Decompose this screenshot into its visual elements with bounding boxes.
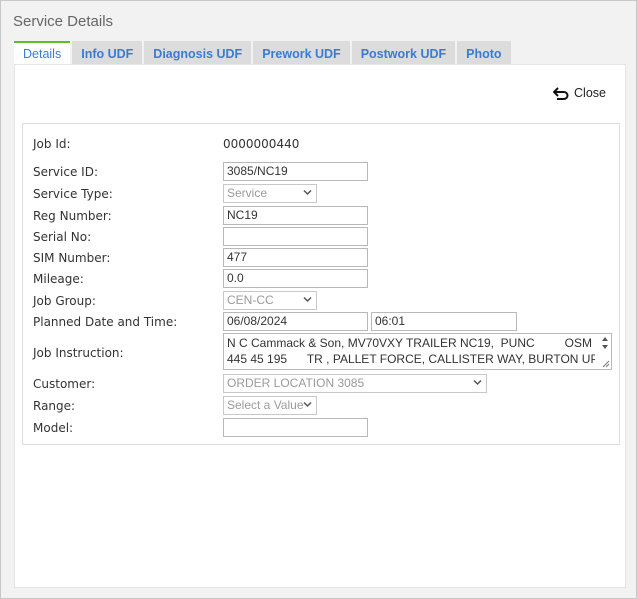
job-instruction-label: Job Instruction: <box>33 346 124 360</box>
job-instruction-line: N C Cammack & Son, MV70VXY TRAILER NC19,… <box>227 336 592 350</box>
tab-prework-udf[interactable]: Prework UDF <box>253 41 350 64</box>
service-type-label: Service Type: <box>33 187 113 201</box>
undo-arrow-icon <box>553 86 569 100</box>
close-label: Close <box>574 86 606 100</box>
scroll-down-icon <box>602 345 608 349</box>
tab-postwork-udf[interactable]: Postwork UDF <box>351 41 456 64</box>
customer-value: ORDER LOCATION 3085 <box>227 376 365 390</box>
mileage-label: Mileage: <box>33 272 84 286</box>
job-group-value: CEN-CC <box>227 293 274 307</box>
resize-grip-icon[interactable] <box>601 359 610 368</box>
customer-label: Customer: <box>33 377 96 391</box>
serial-no-label: Serial No: <box>33 230 92 244</box>
job-id-value: 0000000440 <box>223 137 300 151</box>
textarea-scrollbar[interactable] <box>601 336 609 350</box>
chevron-down-icon <box>303 401 312 408</box>
job-group-select[interactable]: CEN-CC <box>223 291 317 310</box>
job-group-label: Job Group: <box>33 294 96 308</box>
tab-photo[interactable]: Photo <box>457 41 511 64</box>
job-id-label: Job Id: <box>33 137 71 151</box>
planned-date-field[interactable]: 06/08/2024 <box>223 312 368 331</box>
sim-number-label: SIM Number: <box>33 251 111 265</box>
tab-diagnosis-udf[interactable]: Diagnosis UDF <box>144 41 252 64</box>
range-label: Range: <box>33 399 76 413</box>
reg-number-label: Reg Number: <box>33 209 112 223</box>
reg-number-field[interactable]: NC19 <box>223 206 368 225</box>
range-value: Select a Value <box>227 398 304 412</box>
planned-date-time-label: Planned Date and Time: <box>33 315 178 329</box>
service-id-field[interactable]: 3085/NC19 <box>223 162 368 181</box>
range-select[interactable]: Select a Value <box>223 396 317 415</box>
model-label: Model: <box>33 421 74 435</box>
service-id-label: Service ID: <box>33 165 98 179</box>
details-panel: Close Job Id: 0000000440 Service ID: 308… <box>14 64 626 588</box>
modal-title: Service Details <box>13 13 114 30</box>
model-field[interactable] <box>223 418 368 437</box>
service-type-value: Service <box>227 186 268 200</box>
scroll-up-icon <box>602 337 608 341</box>
tab-details[interactable]: Details <box>14 41 71 64</box>
customer-select[interactable]: ORDER LOCATION 3085 <box>223 374 487 393</box>
chevron-down-icon <box>303 189 312 196</box>
job-instruction-line: 445 45 195 TR , PALLET FORCE, CALLISTER … <box>227 352 595 366</box>
serial-no-field[interactable] <box>223 227 368 246</box>
sim-number-field[interactable]: 477 <box>223 248 368 267</box>
service-details-modal: Service Details Details Info UDF Diagnos… <box>0 0 637 599</box>
chevron-down-icon <box>473 379 482 386</box>
close-button[interactable]: Close <box>553 86 606 100</box>
service-type-select[interactable]: Service <box>223 184 317 203</box>
tab-info-udf[interactable]: Info UDF <box>72 41 143 64</box>
tab-bar: Details Info UDF Diagnosis UDF Prework U… <box>14 41 513 64</box>
chevron-down-icon <box>303 296 312 303</box>
job-instruction-textarea[interactable]: N C Cammack & Son, MV70VXY TRAILER NC19,… <box>223 333 612 370</box>
mileage-field[interactable]: 0.0 <box>223 269 368 288</box>
details-form: Job Id: 0000000440 Service ID: 3085/NC19… <box>22 123 620 445</box>
planned-time-field[interactable]: 06:01 <box>371 312 517 331</box>
